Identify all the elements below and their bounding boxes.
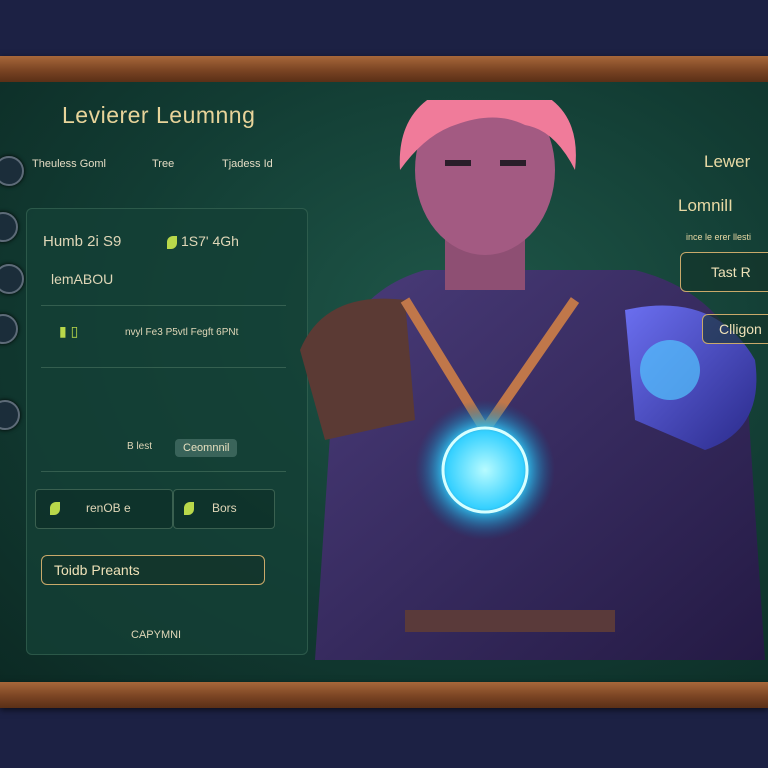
divider [41, 305, 286, 306]
tab-1[interactable]: Theuless Goml [32, 158, 106, 170]
chalkboard-panel: Levierer Leumnng Theuless Goml Tree Tjad… [0, 82, 768, 682]
divider [41, 367, 286, 368]
subheading: lemABOU [51, 271, 114, 287]
stat-a-label: renOB e [86, 501, 131, 515]
right-button-1[interactable]: Tast R [680, 252, 768, 292]
leaf-icon [184, 502, 194, 515]
right-heading: Lewer [704, 152, 751, 171]
stat-value-text: 1S7' 4Gh [181, 233, 239, 249]
window-title: Levierer Leumnng [62, 102, 256, 128]
stats-panel: Humb 2i S9 1S7' 4Gh lemABOU ▮ ▯ nvyl Fe3… [26, 208, 308, 655]
stat-line: Humb 2i S9 [43, 233, 122, 250]
frame-bottom-bar [0, 682, 768, 708]
key-icon: ▮ ▯ [59, 323, 79, 339]
stat-box-b[interactable]: Bors [173, 489, 275, 529]
leaf-icon [50, 502, 60, 515]
right-subheading: LomnilI [678, 196, 733, 215]
helmet-icon[interactable] [0, 264, 24, 294]
right-small-text: ince le erer llesti [686, 232, 752, 242]
game-frame: Levierer Leumnng Theuless Goml Tree Tjad… [0, 56, 768, 708]
leaf-icon [167, 235, 177, 249]
scroll-icon[interactable] [0, 314, 18, 344]
gem-icon[interactable] [0, 400, 20, 430]
frame-top-bar [0, 56, 768, 82]
tab-2[interactable]: Tree [152, 158, 174, 170]
primary-button[interactable]: Toidb Preants [41, 555, 265, 585]
info-line: nvyl Fe3 P5vtl Fegft 6PNt [125, 327, 239, 338]
stat-value: 1S7' 4Gh [167, 233, 239, 249]
stat-box-a[interactable]: renOB e [35, 489, 173, 529]
divider [41, 471, 286, 472]
right-button-2[interactable]: Clligon [702, 314, 768, 344]
hero-character [300, 100, 765, 660]
shield-icon[interactable] [0, 212, 18, 242]
option-label: B lest [127, 441, 153, 452]
option-pill[interactable]: Ceomnnil [175, 439, 238, 457]
stat-b-label: Bors [212, 501, 237, 515]
footer-label: CAPYMNI [131, 629, 182, 641]
coin-icon[interactable] [0, 156, 24, 186]
tab-3[interactable]: Tjadess Id [222, 158, 273, 170]
